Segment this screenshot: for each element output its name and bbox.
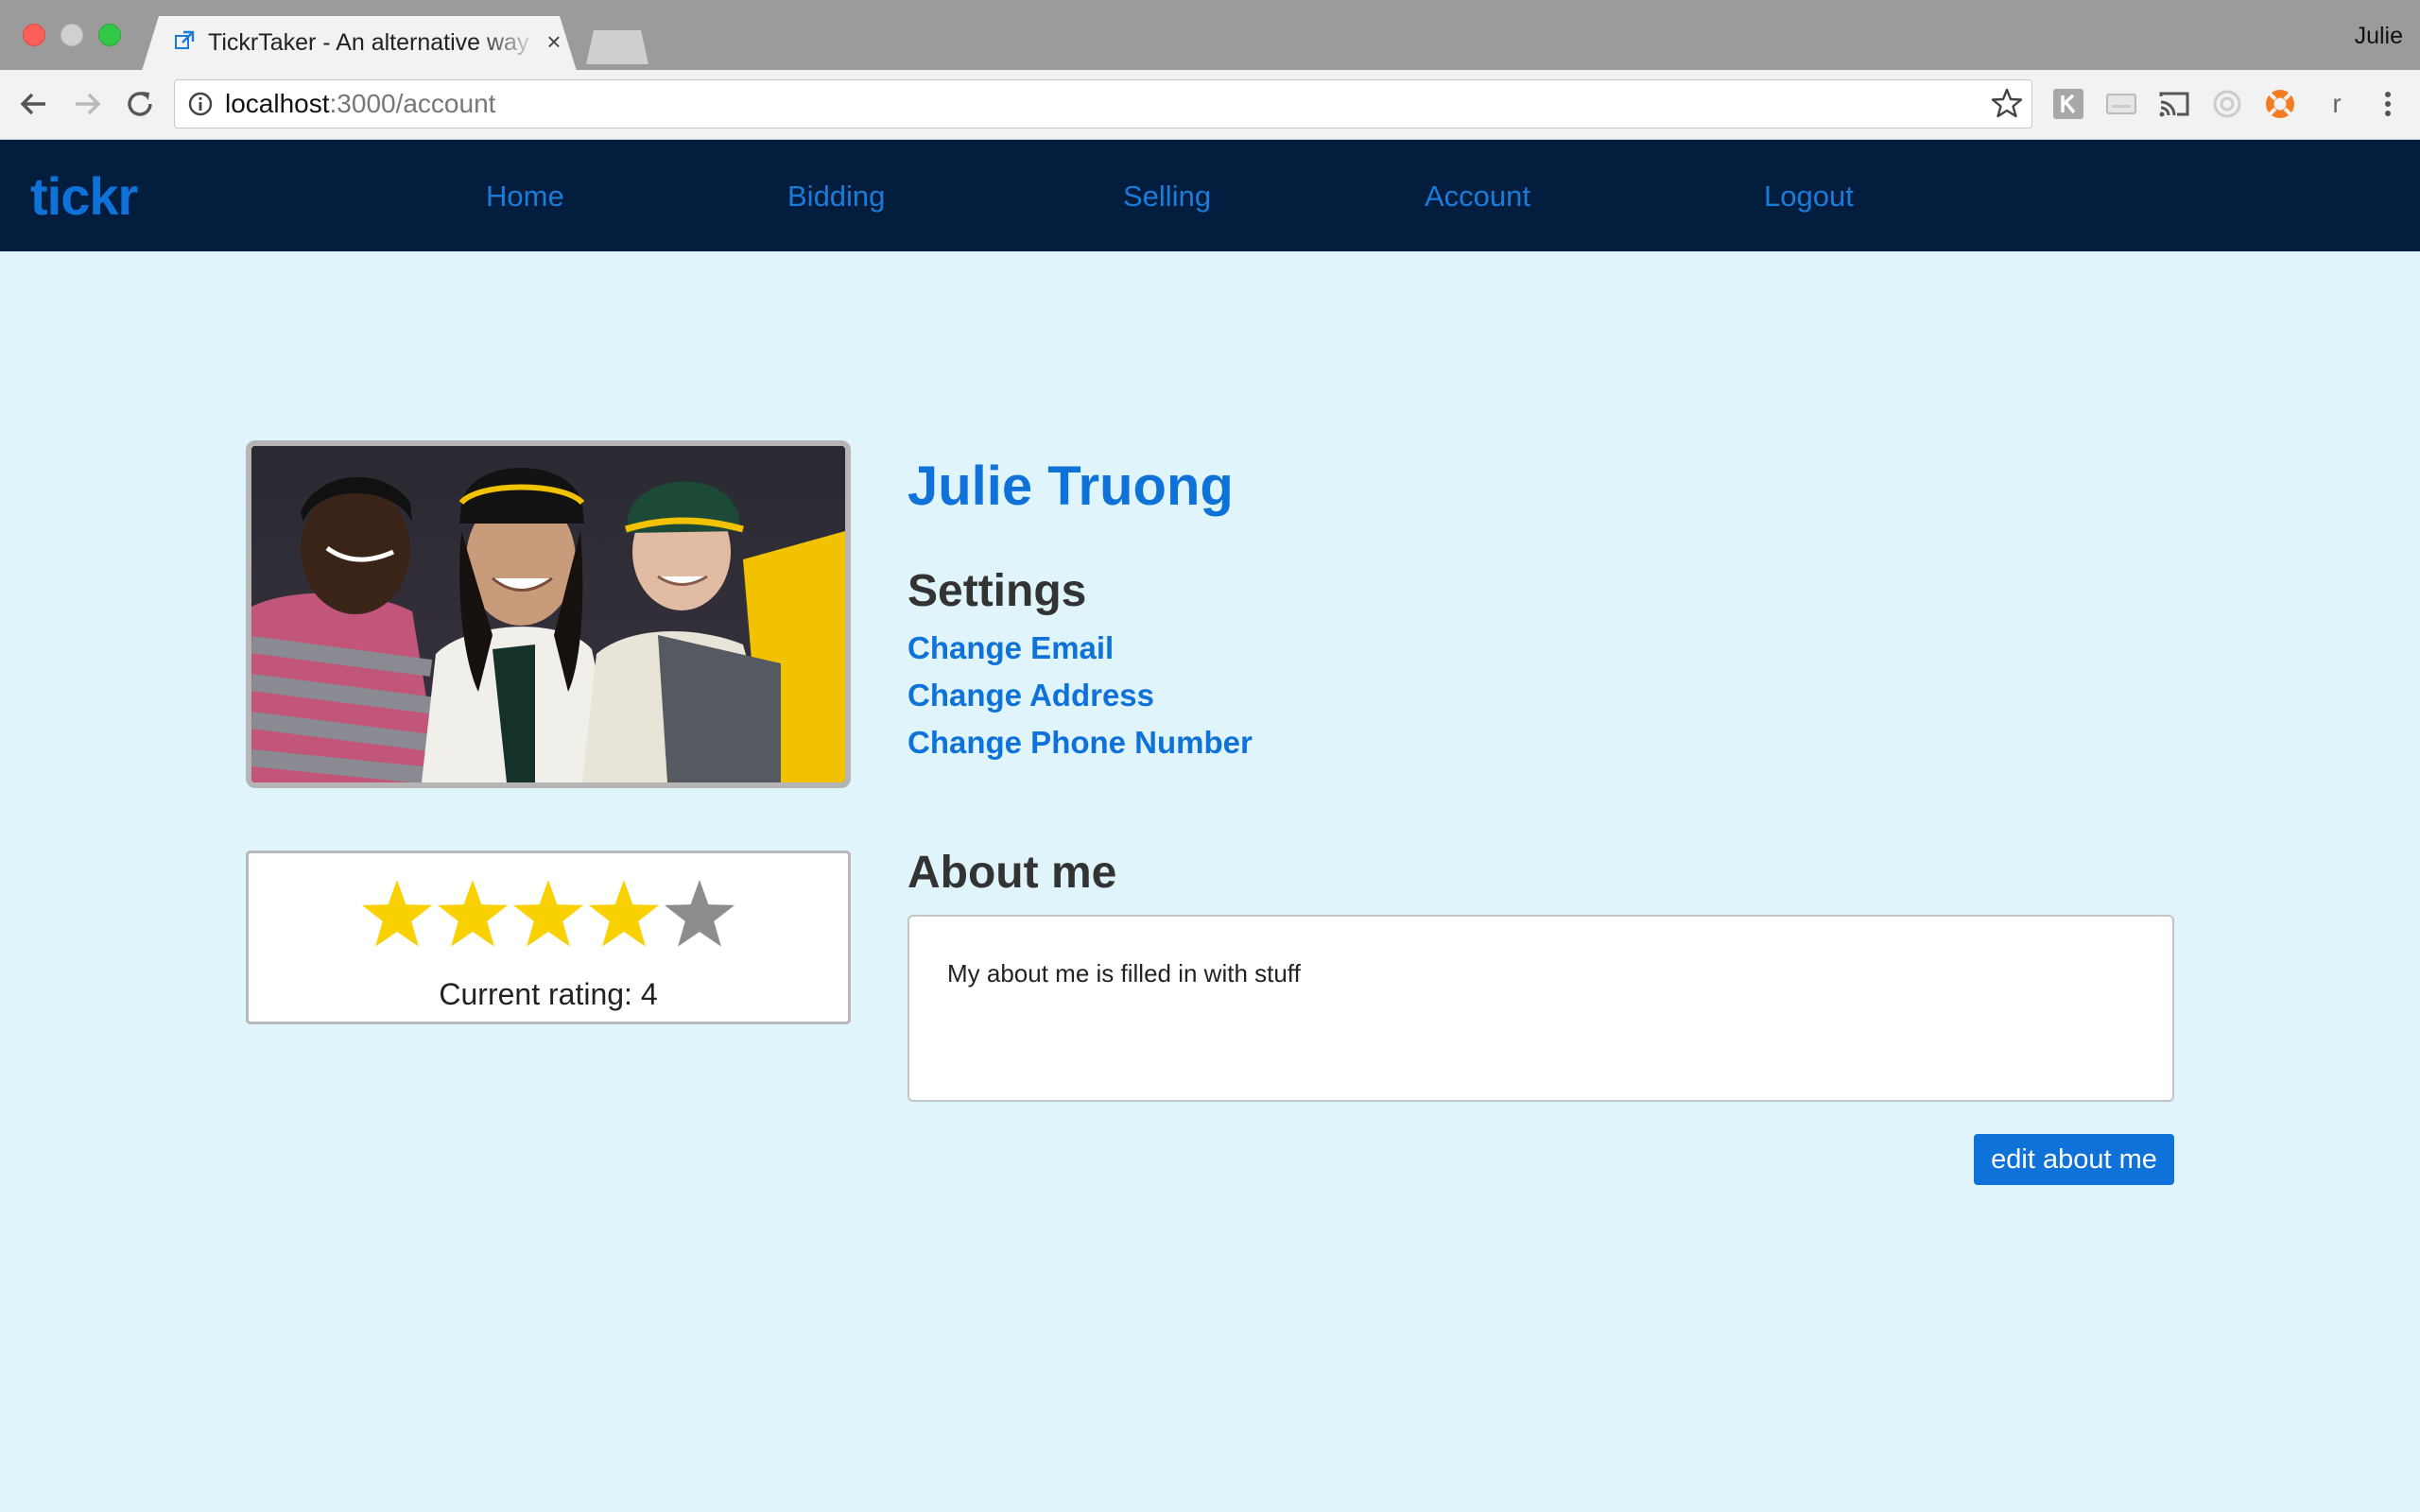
info-icon[interactable] (187, 91, 214, 117)
extension-k-icon[interactable] (2051, 87, 2085, 121)
new-tab-button[interactable] (586, 30, 648, 64)
nav-link-logout[interactable]: Logout (1764, 180, 1854, 214)
extension-target-icon[interactable] (2210, 87, 2244, 121)
url-text[interactable]: localhost:3000/account (225, 89, 495, 119)
back-arrow-icon[interactable] (15, 85, 53, 123)
profile-photo (246, 440, 851, 788)
about-me-heading: About me (908, 848, 1117, 898)
profile-photo-image (251, 446, 845, 782)
profile-name-heading: Julie Truong (908, 455, 1234, 517)
star-filled-icon (512, 880, 584, 947)
star-filled-icon (588, 880, 660, 947)
star-filled-icon (361, 880, 433, 947)
window-close-button[interactable] (23, 24, 45, 46)
external-link-icon (175, 30, 195, 49)
url-path: :3000/account (329, 89, 496, 118)
tab-close-icon[interactable]: × (541, 28, 567, 55)
change-address-link[interactable]: Change Address (908, 677, 1154, 714)
nav-link-account[interactable]: Account (1425, 180, 1530, 214)
browser-profile-name[interactable]: Julie (2355, 23, 2403, 50)
current-rating-text: Current rating: 4 (439, 977, 658, 1011)
extension-lifebuoy-icon[interactable] (2263, 87, 2297, 121)
nav-link-home[interactable]: Home (486, 180, 564, 214)
nav-link-bidding[interactable]: Bidding (787, 180, 885, 214)
extension-r-icon[interactable]: r (2325, 87, 2348, 121)
settings-heading: Settings (908, 566, 1087, 616)
cast-icon[interactable] (2157, 87, 2191, 121)
change-email-link[interactable]: Change Email (908, 629, 1114, 667)
window-minimize-button[interactable] (60, 24, 83, 46)
extension-card-icon[interactable] (2104, 87, 2138, 121)
star-rating (361, 880, 735, 947)
url-host: localhost (225, 89, 330, 118)
forward-arrow-icon[interactable] (68, 85, 106, 123)
about-me-text: My about me is filled in with stuff (908, 915, 2174, 1102)
browser-menu-icon[interactable] (2371, 87, 2405, 121)
star-empty-icon (664, 880, 735, 947)
star-filled-icon (437, 880, 509, 947)
tab-title: TickrTaker - An alternative way (208, 29, 529, 56)
change-phone-number-link[interactable]: Change Phone Number (908, 724, 1253, 762)
edit-about-me-button[interactable]: edit about me (1974, 1134, 2174, 1185)
nav-link-selling[interactable]: Selling (1123, 180, 1211, 214)
tickr-logo[interactable]: tickr (30, 168, 138, 225)
reload-icon[interactable] (121, 85, 159, 123)
window-zoom-button[interactable] (98, 24, 121, 46)
bookmark-star-icon[interactable] (1991, 87, 2023, 119)
